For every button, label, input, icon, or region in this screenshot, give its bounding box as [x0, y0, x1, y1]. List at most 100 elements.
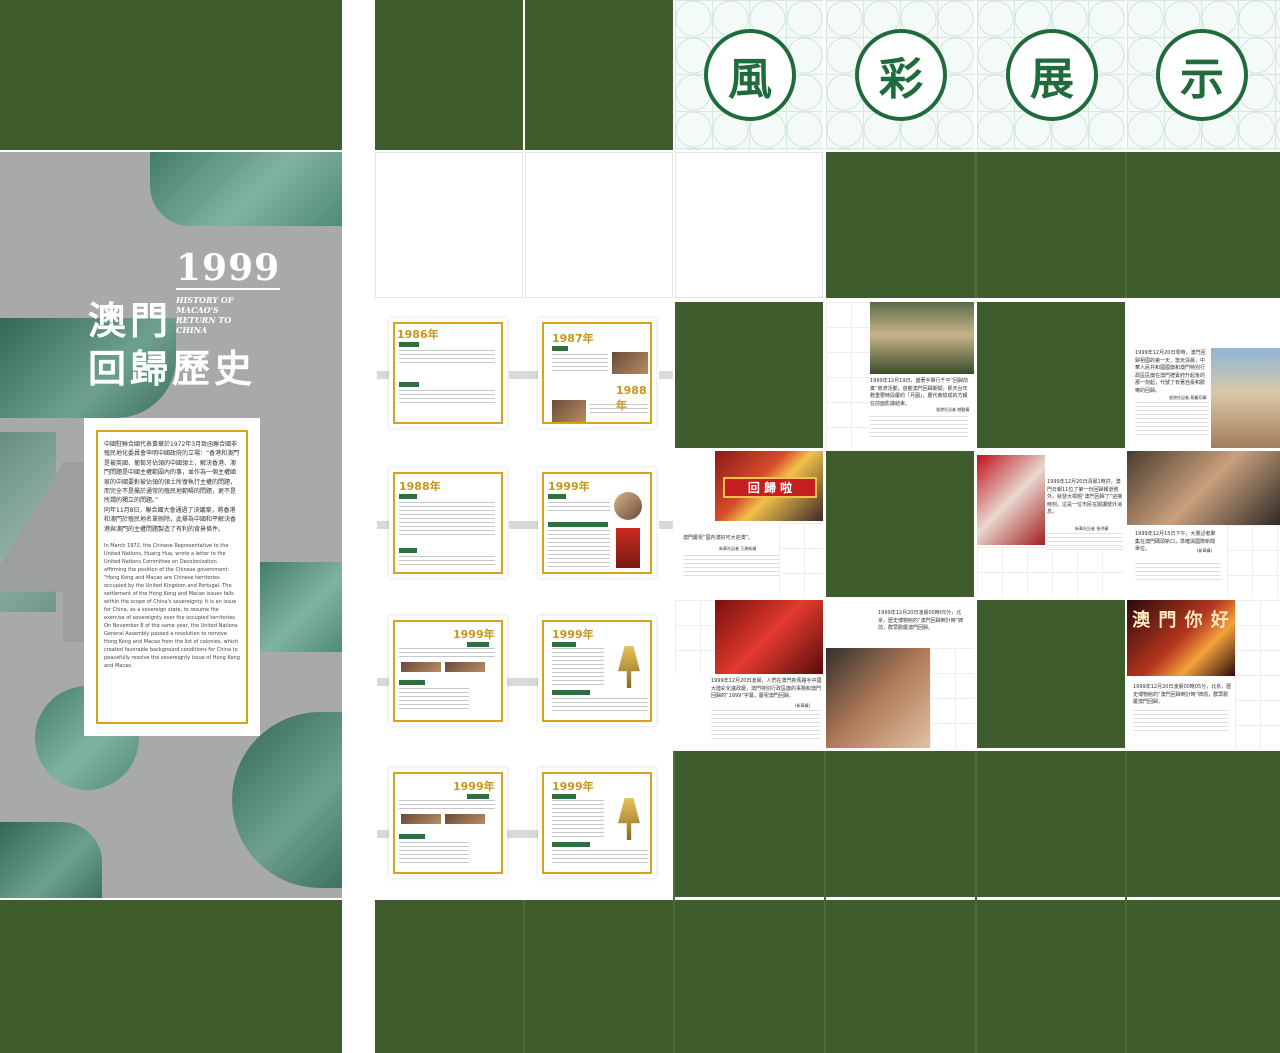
photo-reporters — [1127, 451, 1280, 525]
photo-caption: 澳門慶祝“國內澳好可大迎澳”。 — [683, 535, 754, 541]
date-tag — [399, 548, 417, 553]
card-text — [399, 350, 495, 366]
photo-officials — [826, 648, 930, 748]
header-tile-4: 示 — [1127, 0, 1280, 150]
decor-lines — [930, 648, 974, 748]
photo-tile-reporters: 1999年12月15日下午，大量記者聚集在澳門碼頭新口，準確與國際新聞單位。 (… — [1127, 451, 1280, 597]
card-text — [399, 556, 495, 568]
date-tag — [399, 494, 417, 499]
tile-white — [375, 152, 523, 298]
card-year: 1999年 — [552, 780, 594, 793]
intro-para-cn-1: 中國駐聯合國代表黃華於1972年3月致函聯合國非殖民地化委員會申明中國政府的立場… — [104, 441, 240, 505]
date-tag — [552, 690, 590, 695]
tile-green — [675, 751, 1280, 897]
tile-green — [375, 900, 1280, 1053]
date-tag — [399, 382, 419, 387]
card-year: 1988年 — [399, 480, 441, 493]
caption-en — [683, 555, 779, 579]
photo-tile-building: 1999年12月20日零時，澳門回歸祖國的第一天，當天清晨，中華人民共和國國旗和… — [1127, 302, 1280, 448]
banner-year: 1999 — [176, 247, 281, 290]
grid-line — [1125, 152, 1127, 298]
date-tag — [399, 834, 425, 839]
tile-green — [1127, 152, 1280, 298]
header-char-zhan: 展 — [1006, 29, 1098, 121]
decor-lines — [675, 600, 715, 674]
header-char-cai: 彩 — [855, 29, 947, 121]
timeline-card-1999-d: 1999年 — [389, 768, 507, 878]
caption-en — [1135, 402, 1209, 438]
caption-en — [711, 710, 821, 740]
photo-credit: 新華社記者 張洪攝 — [1075, 526, 1109, 531]
connector — [503, 830, 539, 838]
date-tag — [548, 494, 566, 499]
photo-sign-text: 回 歸 啦 — [723, 477, 817, 498]
card-text — [552, 800, 604, 840]
photo-tile-newspaper: 1999年12月20日清晨1時許，澳門日報11位了第一份回歸報道號外。就發大標題… — [977, 451, 1125, 597]
photo-caption: 1999年12月19日，盛著手舉行千平“回歸前奏”慈濟活動，遊龍澳門回歸期間，那… — [870, 378, 969, 407]
photo-caption: 1999年12月20日清晨1時許，澳門日報11位了第一份回歸報道號外。就發大標題… — [1047, 479, 1123, 515]
photo-caption: 1999年12月20日凌晨00時05分，北京，歷史博物館的“澳門回歸倒計時”牌前… — [878, 610, 964, 631]
decor-lines — [779, 523, 823, 597]
card-text — [552, 354, 608, 374]
decor-lines — [1235, 600, 1280, 748]
date-tag — [399, 680, 425, 685]
card-text — [590, 404, 648, 416]
caption-en — [1135, 563, 1221, 581]
photo-credit: (新華攝) — [795, 703, 811, 708]
history-banner: 1999 澳門 回歸歷史 HISTORY OF MACAO'S RETURN T… — [0, 152, 342, 898]
grid-line — [975, 751, 977, 1053]
intro-text-card: 中國駐聯合國代表黃華於1972年3月致函聯合國非殖民地化委員會申明中國政府的立場… — [84, 418, 260, 736]
decor-lines — [977, 547, 1125, 597]
photo-tile-officials: 1999年12月20日凌晨00時05分，北京，歷史博物館的“澳門回歸倒計時”牌前… — [826, 600, 974, 748]
connector — [503, 678, 539, 686]
banner-title-line1: 澳門 — [88, 298, 173, 343]
header-tile-3: 展 — [977, 0, 1125, 150]
grid-line — [673, 751, 675, 1053]
tile-green — [0, 900, 342, 1053]
banner-subtitle-en: HISTORY OF MACAO'S RETURN TO CHINA — [176, 295, 234, 335]
card-photo — [445, 814, 485, 824]
intro-para-cn-2: 同年11月8日，聯合國大會通過了決議案，將香港和澳門於殖民地名單刪除，此舉為中國… — [104, 506, 237, 533]
photo-parade — [870, 302, 974, 374]
tile-green — [525, 0, 673, 150]
photo-square — [232, 712, 342, 888]
date-tag — [399, 342, 419, 347]
timeline-card-1988: 1988年 — [389, 468, 507, 578]
decor-lines — [1227, 525, 1280, 597]
card-text — [399, 688, 469, 712]
intro-para-en: In March 1972, the Chinese Representativ… — [104, 543, 240, 670]
tile-green — [977, 600, 1125, 748]
photo-gate — [150, 152, 342, 226]
card-year: 1999年 — [548, 480, 590, 493]
timeline-card-1987: 1987年 1988年 — [538, 318, 656, 428]
photo-tile-night: 澳 門 你 好 1999年12月20日凌晨00時05分，北京，歷史博物館的“澳門… — [1127, 600, 1280, 748]
photo-caption: 1999年12月20日零時，澳門回歸祖國的第一天，當天清晨，中華人民共和國國旗和… — [1135, 350, 1206, 394]
timeline-card-1999-b: 1999年 — [389, 616, 507, 726]
card-year: 1999年 — [453, 780, 495, 793]
header-tile-2: 彩 — [826, 0, 974, 150]
card-photo — [614, 492, 642, 520]
photo-newspaper — [977, 455, 1045, 545]
card-text — [399, 502, 495, 538]
card-text — [399, 800, 495, 810]
tile-white — [675, 152, 823, 298]
card-photo — [616, 528, 640, 568]
card-year: 1986年 — [397, 328, 439, 341]
caption-en — [1133, 710, 1229, 734]
photo-credit: 新華社記者 王建新攝 — [719, 546, 757, 551]
photo-caption: 1999年12月20日凌晨00時05分，北京，歷史博物館的“澳門回歸倒計時”牌前… — [1133, 684, 1232, 705]
photo-building — [1211, 348, 1280, 448]
tile-green — [977, 152, 1125, 298]
card-text — [548, 530, 610, 570]
caption-en — [870, 416, 968, 438]
photo-tile-celebration: 1999年12月20日凌晨，人們在澳門新馬路手中國大陸彩化議政廳，澳門特別行政區… — [675, 600, 823, 748]
tile-green — [826, 451, 974, 597]
tile-green — [977, 302, 1125, 448]
photo-bottom-gate — [0, 822, 102, 898]
card-text — [399, 648, 495, 658]
banner-title-line2: 回歸歷史 — [88, 346, 257, 391]
grid-line — [1125, 751, 1127, 1053]
photo-tile-parade: 1999年12月19日，盛著手舉行千平“回歸前奏”慈濟活動，遊龍澳門回歸期間，那… — [826, 302, 974, 448]
tile-green — [826, 152, 974, 298]
card-photo — [401, 662, 441, 672]
